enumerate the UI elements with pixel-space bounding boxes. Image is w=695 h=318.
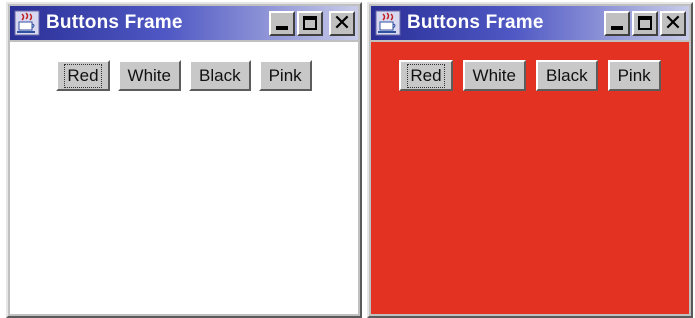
window-title: Buttons Frame <box>407 12 544 33</box>
maximize-icon <box>303 15 317 30</box>
minimize-button[interactable] <box>269 10 295 36</box>
buttons-frame-window-initial: Buttons Frame ✕ Red White Black Pink <box>6 2 362 318</box>
java-cup-icon <box>14 10 40 36</box>
red-button-label: Red <box>64 63 102 88</box>
minimize-icon <box>611 25 623 30</box>
close-button[interactable]: ✕ <box>660 10 686 36</box>
red-button[interactable]: Red <box>399 60 453 91</box>
content-panel: Red White Black Pink <box>10 42 358 314</box>
buttons-frame-window-red: Buttons Frame ✕ Red White Black Pink <box>367 2 693 318</box>
black-button-label: Black <box>546 65 588 85</box>
close-button[interactable]: ✕ <box>329 10 355 36</box>
white-button[interactable]: White <box>462 60 526 91</box>
content-panel: Red White Black Pink <box>371 42 689 314</box>
black-button[interactable]: Black <box>189 60 251 91</box>
minimize-icon <box>276 25 288 30</box>
button-row: Red White Black Pink <box>371 60 689 91</box>
red-button-label: Red <box>407 63 445 88</box>
white-button[interactable]: White <box>117 60 181 91</box>
pink-button[interactable]: Pink <box>607 60 661 91</box>
maximize-button[interactable] <box>297 10 323 36</box>
close-icon: ✕ <box>663 10 683 36</box>
button-row: Red White Black Pink <box>10 60 358 91</box>
pink-button[interactable]: Pink <box>258 60 312 91</box>
maximize-icon <box>638 15 652 30</box>
window-title: Buttons Frame <box>46 12 183 33</box>
close-icon: ✕ <box>332 10 352 36</box>
java-cup-icon <box>375 10 401 36</box>
title-bar[interactable]: Buttons Frame ✕ <box>371 6 689 40</box>
pink-button-label: Pink <box>268 65 302 85</box>
white-button-label: White <box>472 65 516 85</box>
minimize-button[interactable] <box>604 10 630 36</box>
white-button-label: White <box>127 65 171 85</box>
red-button[interactable]: Red <box>56 60 110 91</box>
black-button[interactable]: Black <box>536 60 598 91</box>
black-button-label: Black <box>199 65 241 85</box>
title-bar[interactable]: Buttons Frame ✕ <box>10 6 358 40</box>
pink-button-label: Pink <box>617 65 651 85</box>
maximize-button[interactable] <box>632 10 658 36</box>
